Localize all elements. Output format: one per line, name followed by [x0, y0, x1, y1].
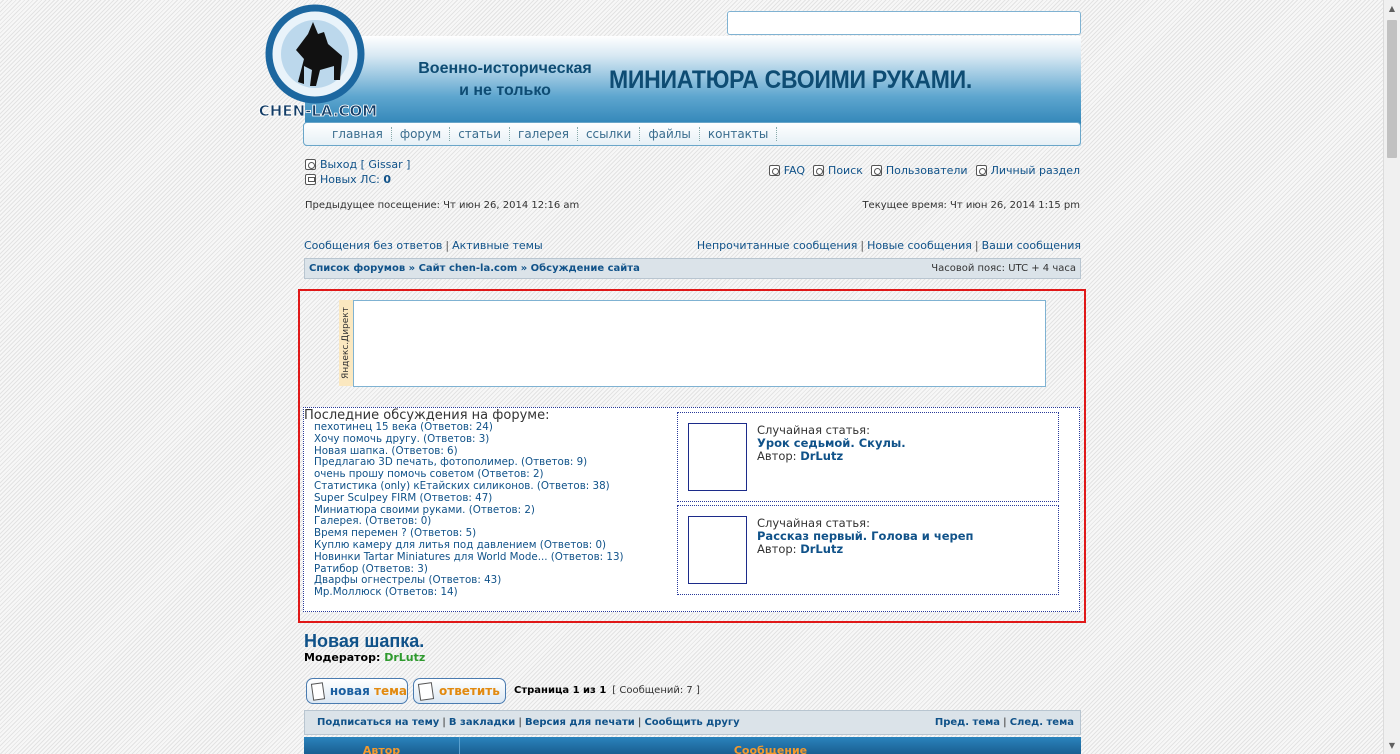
- nav-links[interactable]: ссылки: [578, 127, 641, 141]
- posts-table-header: Автор Сообщение: [304, 737, 1081, 754]
- quick-links-right: Непрочитанные сообщения | Новые сообщения |…: [696, 239, 1081, 252]
- article-label: Случайная статья:: [757, 516, 870, 530]
- reply-button[interactable]: ответить: [413, 678, 506, 704]
- document-icon: [310, 681, 326, 701]
- breadcrumb-path[interactable]: Список форумов » Сайт chen-la.com » Обсу…: [309, 263, 640, 274]
- next-topic-link[interactable]: След. тема: [1010, 717, 1074, 728]
- unanswered-link[interactable]: Сообщения без ответов: [304, 239, 442, 252]
- current-time: Текущее время: Чт июн 26, 2014 1:15 pm: [862, 200, 1080, 211]
- article-author: Автор: DrLutz: [757, 542, 844, 556]
- envelope-icon: [305, 174, 316, 185]
- quick-links-left: Сообщения без ответов | Активные темы: [304, 239, 543, 252]
- page-number: Страница 1 из 1: [514, 685, 607, 696]
- faq-icon: [768, 165, 780, 176]
- search-link[interactable]: Поиск: [813, 164, 863, 177]
- article-title[interactable]: Урок седьмой. Скулы.: [757, 436, 906, 450]
- new-posts-link[interactable]: Новые сообщения: [867, 239, 972, 252]
- nav-forum[interactable]: форум: [392, 127, 451, 141]
- top-links: FAQ Поиск Пользователи Личный раздел: [768, 164, 1080, 177]
- article-label: Случайная статья:: [757, 423, 870, 437]
- article-author-link[interactable]: DrLutz: [800, 542, 843, 556]
- nav-articles[interactable]: статьи: [450, 127, 511, 141]
- active-topics-link[interactable]: Активные темы: [452, 239, 543, 252]
- faq-link[interactable]: FAQ: [768, 164, 805, 177]
- document-icon: [417, 681, 435, 701]
- column-message: Сообщение: [733, 744, 808, 754]
- nav-files[interactable]: файлы: [640, 127, 700, 141]
- new-pm-link[interactable]: Новых ЛС: 0: [320, 172, 391, 187]
- moderator-line: Модератор: DrLutz: [304, 651, 426, 664]
- list-item[interactable]: Статистика (only) кЕтайских силиконов. (…: [314, 480, 624, 493]
- unread-link[interactable]: Непрочитанные сообщения: [697, 239, 857, 252]
- pagination: Страница 1 из 1 [ Сообщений: 7 ]: [514, 685, 700, 696]
- random-article-1: Случайная статья: Урок седьмой. Скулы. А…: [677, 412, 1059, 502]
- column-author: Автор: [304, 737, 460, 754]
- main-nav: главная форум статьи галерея ссылки файл…: [303, 122, 1081, 146]
- your-posts-link[interactable]: Ваши сообщения: [982, 239, 1081, 252]
- timezone: Часовой пояс: UTC + 4 часа: [931, 263, 1076, 274]
- prev-topic-link[interactable]: Пред. тема: [935, 717, 1000, 728]
- site-title: МИНИАТЮРА СВОИМИ РУКАМИ.: [609, 66, 972, 94]
- logout-icon: [305, 159, 316, 170]
- scroll-thumb[interactable]: [1387, 20, 1397, 158]
- breadcrumb: Список форумов » Сайт chen-la.com » Обсу…: [304, 258, 1081, 279]
- user-icon: [975, 165, 987, 176]
- members-link[interactable]: Пользователи: [870, 164, 968, 177]
- svg-text:CHEN-LA.COM: CHEN-LA.COM: [259, 102, 377, 120]
- user-links: Выход [ Gissar ] Новых ЛС: 0: [305, 157, 410, 187]
- members-icon: [870, 165, 882, 176]
- random-article-2: Случайная статья: Рассказ первый. Голова…: [677, 505, 1059, 595]
- previous-visit: Предыдущее посещение: Чт июн 26, 2014 12…: [305, 200, 580, 211]
- list-item[interactable]: Super Sculpey FIRM (Ответов: 47): [314, 492, 624, 505]
- scroll-up-arrow[interactable]: ▲: [1384, 0, 1400, 17]
- topic-actions-bar: Подписаться на тему | В закладки | Версия дл…: [304, 710, 1081, 735]
- bookmark-link[interactable]: В закладки: [449, 717, 515, 728]
- email-friend-link[interactable]: Сообщить другу: [644, 717, 739, 728]
- post-count: [ Сообщений: 7 ]: [612, 685, 700, 696]
- logout-link[interactable]: Выход [ Gissar ]: [320, 157, 410, 172]
- ucp-link[interactable]: Личный раздел: [975, 164, 1080, 177]
- yandex-direct-label[interactable]: Яндекс.Директ: [339, 300, 353, 386]
- article-author-link[interactable]: DrLutz: [800, 449, 843, 463]
- ad-box[interactable]: [353, 300, 1046, 387]
- moderator-link[interactable]: DrLutz: [384, 651, 425, 664]
- list-item[interactable]: Мр.Моллюск (Ответов: 14): [314, 586, 624, 599]
- print-link[interactable]: Версия для печати: [525, 717, 635, 728]
- new-topic-button[interactable]: новая тема: [306, 678, 408, 704]
- list-item[interactable]: Хочу помочь другу. (Ответов: 3): [314, 433, 624, 446]
- site-logo[interactable]: CHEN-LA.COM: [258, 4, 382, 122]
- article-title[interactable]: Рассказ первый. Голова и череп: [757, 529, 973, 543]
- nav-home[interactable]: главная: [324, 127, 392, 141]
- article-author: Автор: DrLutz: [757, 449, 844, 463]
- article-thumbnail[interactable]: [688, 423, 747, 491]
- scrollbar[interactable]: ▲ ▼: [1383, 0, 1400, 754]
- article-thumbnail[interactable]: [688, 516, 747, 584]
- search-icon: [813, 165, 825, 176]
- subscribe-link[interactable]: Подписаться на тему: [317, 717, 439, 728]
- latest-discussions-list: пехотинец 15 века (Ответов: 24) Хочу пом…: [314, 421, 624, 599]
- nav-contacts[interactable]: контакты: [700, 127, 778, 141]
- header-top-box: [727, 11, 1081, 35]
- topic-title[interactable]: Новая шапка.: [304, 631, 424, 652]
- scroll-down-arrow[interactable]: ▼: [1384, 737, 1400, 754]
- nav-gallery[interactable]: галерея: [510, 127, 578, 141]
- list-item[interactable]: Новинки Tartar Miniatures для World Mode…: [314, 551, 624, 564]
- list-item[interactable]: Куплю камеру для литья под давлением (От…: [314, 539, 624, 552]
- site-tagline: Военно-историческая и не только: [418, 60, 592, 99]
